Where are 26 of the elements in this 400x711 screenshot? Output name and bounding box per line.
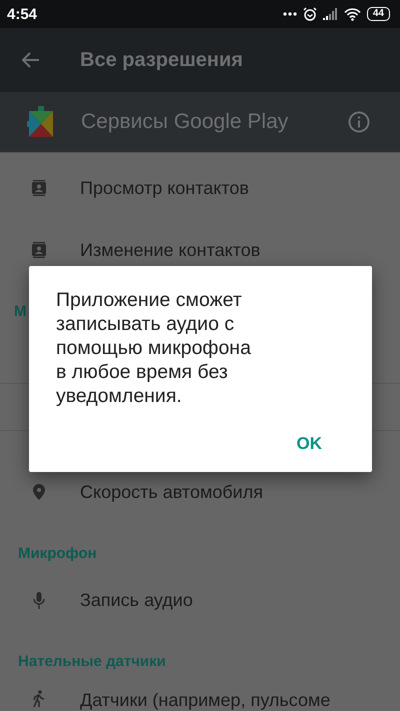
screen-title: Все разрешения bbox=[80, 48, 243, 72]
contact-card-icon bbox=[32, 242, 46, 258]
section-header: М bbox=[14, 303, 26, 320]
dialog-message: Приложение сможет записывать аудио с помощью микрофона в любое время без уведомления. bbox=[56, 288, 252, 408]
more-dots-icon bbox=[282, 12, 297, 16]
info-icon[interactable] bbox=[348, 111, 370, 133]
app-name: Сервисы Google Play bbox=[81, 110, 290, 134]
alarm-icon bbox=[302, 7, 317, 21]
location-pin-icon bbox=[33, 484, 45, 500]
puzzle-logo-icon bbox=[27, 106, 55, 138]
permission-item[interactable]: Изменение контактов bbox=[80, 240, 260, 260]
permission-item[interactable]: Запись аудио bbox=[80, 590, 193, 610]
permission-item[interactable]: Просмотр контактов bbox=[80, 178, 249, 198]
permission-item[interactable]: Скорость автомобиля bbox=[80, 482, 263, 502]
section-header: Микрофон bbox=[18, 545, 97, 562]
microphone-icon bbox=[33, 592, 45, 608]
permission-item[interactable]: Датчики (например, пульсоме bbox=[80, 690, 330, 710]
section-header: Нательные датчики bbox=[18, 653, 166, 670]
status-time: 4:54 bbox=[7, 6, 38, 22]
wifi-icon bbox=[344, 8, 361, 20]
ok-button[interactable]: OK bbox=[286, 428, 332, 460]
battery-level: 44 bbox=[366, 7, 390, 21]
back-arrow-icon[interactable] bbox=[22, 52, 40, 68]
signal-icon bbox=[322, 8, 338, 20]
contact-card-icon bbox=[32, 180, 46, 196]
walking-person-icon bbox=[32, 690, 46, 707]
